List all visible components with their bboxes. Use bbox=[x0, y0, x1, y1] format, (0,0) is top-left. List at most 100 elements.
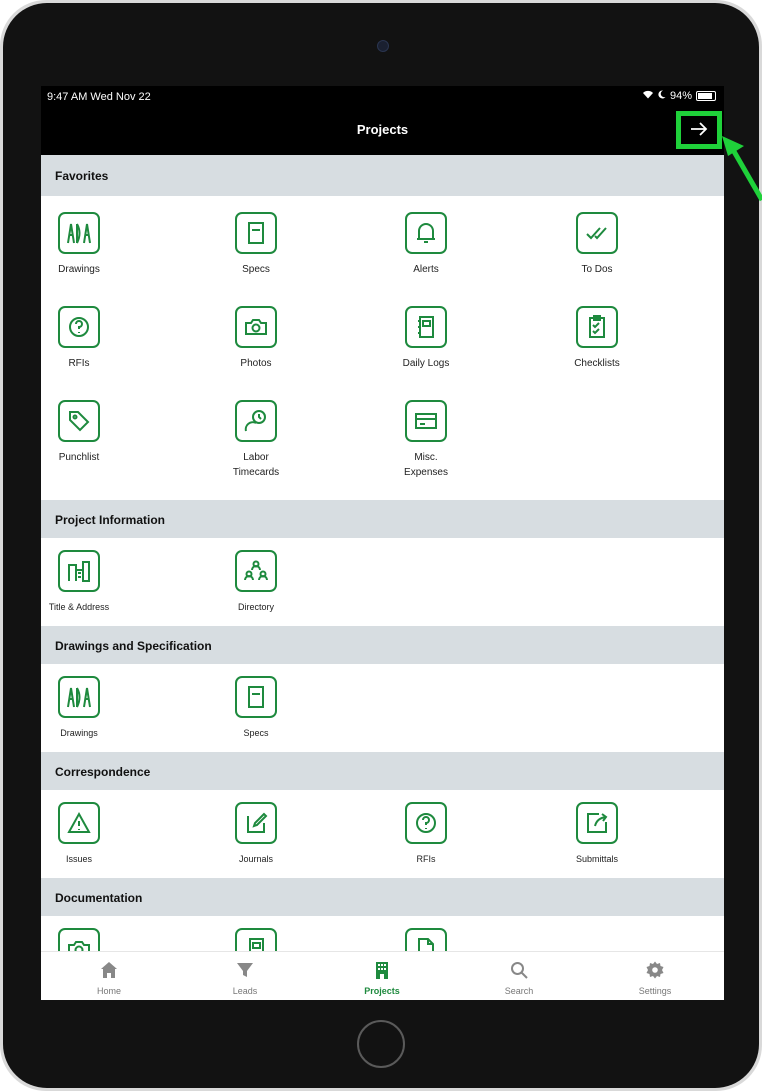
tile-specs-2[interactable]: Specs bbox=[196, 676, 316, 741]
home-icon bbox=[100, 961, 118, 981]
warning-icon bbox=[58, 802, 100, 844]
tile-label: Journals bbox=[238, 854, 274, 864]
tile-rfis-2[interactable]: RFIs bbox=[366, 802, 486, 867]
card-icon bbox=[405, 400, 447, 442]
tag-icon bbox=[58, 400, 100, 442]
tile-label: Photos bbox=[240, 358, 272, 369]
section-correspondence: Issues Journals RFIs Submittals bbox=[41, 790, 724, 878]
home-button[interactable] bbox=[357, 1020, 405, 1068]
tab-label: Leads bbox=[232, 986, 258, 996]
nav-bar: Projects bbox=[41, 108, 724, 155]
tile-checklists[interactable]: Checklists bbox=[537, 306, 657, 371]
tile-label: Drawings bbox=[58, 264, 100, 275]
status-right: 94% bbox=[642, 90, 716, 102]
screen: 9:47 AM Wed Nov 22 94% Projects Favorite… bbox=[41, 86, 724, 1000]
tab-bar: Home Leads Projects Search Settings bbox=[41, 951, 724, 1000]
section-header-project-information: Project Information bbox=[41, 500, 724, 538]
tile-label: Title & Address bbox=[48, 602, 110, 612]
moon-icon bbox=[658, 90, 666, 102]
content-scroll[interactable]: Favorites Drawings Specs Alerts To Dos R… bbox=[41, 155, 724, 951]
person-clock-icon bbox=[235, 400, 277, 442]
search-icon bbox=[510, 961, 528, 981]
tile-directory[interactable]: Directory bbox=[196, 550, 316, 615]
notebook-icon bbox=[405, 306, 447, 348]
tile-label: To Dos bbox=[581, 264, 613, 275]
ipad-frame: 9:47 AM Wed Nov 22 94% Projects Favorite… bbox=[0, 0, 762, 1091]
tile-documentation-1[interactable] bbox=[41, 928, 139, 951]
annotation-arrow-icon bbox=[718, 132, 762, 207]
tile-label: Alerts bbox=[413, 264, 439, 275]
filter-icon bbox=[236, 961, 254, 981]
battery-percent: 94% bbox=[669, 90, 692, 102]
tab-leads[interactable]: Leads bbox=[177, 952, 313, 1000]
section-header-drawings-specification: Drawings and Specification bbox=[41, 626, 724, 664]
tile-specs[interactable]: Specs bbox=[196, 212, 316, 277]
drawings-icon bbox=[58, 676, 100, 718]
tile-daily-logs[interactable]: Daily Logs bbox=[366, 306, 486, 371]
section-project-information: Title & Address Directory bbox=[41, 538, 724, 626]
tab-label: Home bbox=[96, 986, 121, 996]
tile-title-address[interactable]: Title & Address bbox=[41, 550, 139, 615]
tab-projects[interactable]: Projects bbox=[314, 952, 450, 1000]
clipboard-check-icon bbox=[576, 306, 618, 348]
tile-punchlist[interactable]: Punchlist bbox=[41, 400, 139, 465]
tile-todos[interactable]: To Dos bbox=[537, 212, 657, 277]
camera-icon bbox=[58, 928, 100, 951]
section-header-favorites: Favorites bbox=[41, 155, 724, 196]
tile-label: Specs bbox=[243, 728, 269, 738]
tile-issues[interactable]: Issues bbox=[41, 802, 139, 867]
tile-documentation-3[interactable] bbox=[366, 928, 486, 951]
gear-icon bbox=[646, 961, 664, 981]
tab-settings[interactable]: Settings bbox=[587, 952, 723, 1000]
section-header-correspondence: Correspondence bbox=[41, 752, 724, 790]
tab-label: Settings bbox=[638, 986, 672, 996]
tile-journals[interactable]: Journals bbox=[196, 802, 316, 867]
section-favorites: Drawings Specs Alerts To Dos RFIs Photos… bbox=[41, 196, 724, 500]
status-bar: 9:47 AM Wed Nov 22 94% bbox=[41, 86, 724, 108]
tab-label: Projects bbox=[364, 986, 400, 996]
status-time: 9:47 AM Wed Nov 22 bbox=[47, 91, 151, 103]
tile-label: Checklists bbox=[574, 358, 620, 369]
buildings-icon bbox=[58, 550, 100, 592]
camera-icon bbox=[235, 306, 277, 348]
tile-label: Issues bbox=[65, 854, 92, 864]
specs-icon bbox=[235, 676, 277, 718]
double-check-icon bbox=[576, 212, 618, 254]
drawings-icon bbox=[58, 212, 100, 254]
bell-icon bbox=[405, 212, 447, 254]
tile-submittals[interactable]: Submittals bbox=[537, 802, 657, 867]
tile-label: Drawings bbox=[60, 728, 98, 738]
tab-search[interactable]: Search bbox=[451, 952, 587, 1000]
tile-label: RFIs bbox=[416, 854, 436, 864]
document-icon bbox=[405, 928, 447, 951]
wifi-icon bbox=[642, 90, 654, 102]
pencil-note-icon bbox=[235, 802, 277, 844]
forward-arrow-button[interactable] bbox=[676, 111, 722, 149]
tile-rfis[interactable]: RFIs bbox=[41, 306, 139, 371]
battery-icon bbox=[696, 91, 716, 101]
question-icon bbox=[405, 802, 447, 844]
tile-drawings-2[interactable]: Drawings bbox=[41, 676, 139, 741]
tab-label: Search bbox=[504, 986, 534, 996]
tile-labor-timecards[interactable]: Labor Timecards bbox=[196, 400, 316, 480]
tab-home[interactable]: Home bbox=[41, 952, 177, 1000]
tile-documentation-2[interactable] bbox=[196, 928, 316, 951]
tile-label: Punchlist bbox=[58, 452, 100, 463]
tile-label: Misc. Expenses bbox=[404, 452, 448, 478]
tile-label: RFIs bbox=[68, 358, 90, 369]
specs-icon bbox=[235, 212, 277, 254]
question-icon bbox=[58, 306, 100, 348]
tile-label: Labor Timecards bbox=[232, 452, 280, 478]
section-header-documentation: Documentation bbox=[41, 878, 724, 916]
tile-misc-expenses[interactable]: Misc. Expenses bbox=[366, 400, 486, 480]
camera bbox=[377, 40, 389, 52]
tile-label: Directory bbox=[237, 602, 274, 612]
notebook-icon bbox=[235, 928, 277, 951]
arrow-right-icon bbox=[690, 119, 708, 142]
share-icon bbox=[576, 802, 618, 844]
section-drawings-specification: Drawings Specs bbox=[41, 664, 724, 752]
page-title: Projects bbox=[356, 122, 409, 137]
tile-photos[interactable]: Photos bbox=[196, 306, 316, 371]
tile-alerts[interactable]: Alerts bbox=[366, 212, 486, 277]
tile-drawings[interactable]: Drawings bbox=[41, 212, 139, 277]
